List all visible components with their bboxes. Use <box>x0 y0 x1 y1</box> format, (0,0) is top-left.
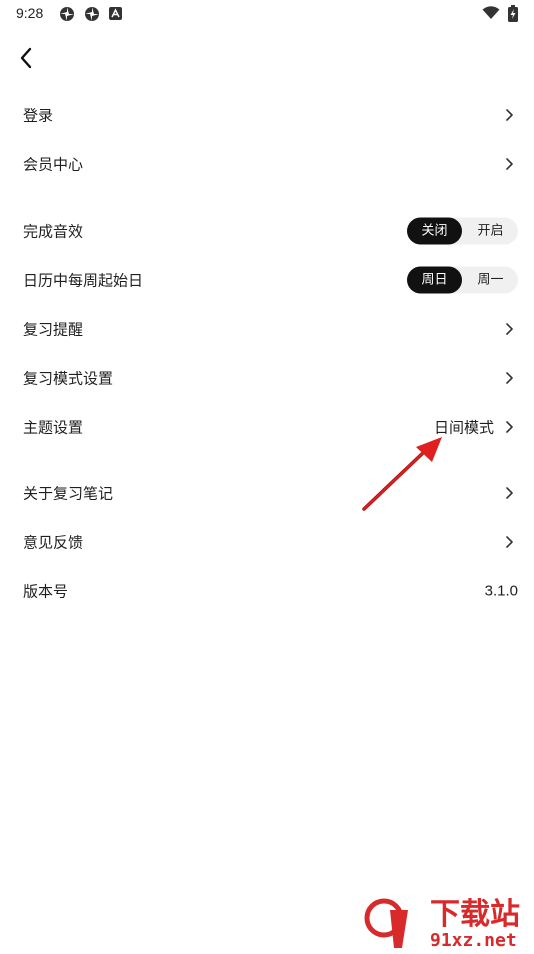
sound-on-option[interactable]: 开启 <box>463 217 518 244</box>
row-label: 意见反馈 <box>23 533 84 551</box>
row-label: 关于复习笔记 <box>23 484 114 502</box>
chevron-right-icon <box>506 420 513 433</box>
chevron-right-icon <box>506 108 513 121</box>
row-label: 会员中心 <box>23 155 84 173</box>
sunday-option[interactable]: 周日 <box>407 266 462 293</box>
row-label: 复习提醒 <box>23 320 84 338</box>
chevron-right-icon <box>506 157 513 170</box>
watermark-brand: 下载站 <box>430 897 520 932</box>
settings-row-version: 版本号 3.1.0 <box>0 566 534 615</box>
watermark-logo-icon: 下载站 91xz.net <box>364 897 520 951</box>
row-label: 完成音效 <box>23 222 84 240</box>
chevron-right-icon <box>506 535 513 548</box>
chevron-right-icon <box>506 322 513 335</box>
row-label: 版本号 <box>23 582 69 600</box>
sound-toggle[interactable]: 关闭 开启 <box>407 217 518 244</box>
settings-row-login[interactable]: 登录 <box>0 90 534 139</box>
settings-row-member[interactable]: 会员中心 <box>0 139 534 188</box>
settings-row-week-start: 日历中每周起始日 周日 周一 <box>0 255 534 304</box>
settings-row-sound: 完成音效 关闭 开启 <box>0 206 534 255</box>
settings-row-theme[interactable]: 主题设置 日间模式 <box>0 402 534 451</box>
row-label: 日历中每周起始日 <box>23 271 144 289</box>
settings-row-review-mode[interactable]: 复习模式设置 <box>0 353 534 402</box>
back-button[interactable] <box>14 44 42 72</box>
settings-row-reminder[interactable]: 复习提醒 <box>0 304 534 353</box>
settings-row-about[interactable]: 关于复习笔记 <box>0 468 534 517</box>
status-time: 9:28 <box>16 5 44 21</box>
version-value: 3.1.0 <box>484 582 518 599</box>
wifi-icon <box>482 6 500 19</box>
notification-a-icon <box>109 7 122 20</box>
status-bar: 9:28 <box>0 0 534 28</box>
watermark-logo: 下载站 91xz.net <box>362 890 534 951</box>
week-start-toggle[interactable]: 周日 周一 <box>407 266 518 293</box>
row-label: 主题设置 <box>23 418 84 436</box>
chevron-right-icon <box>506 371 513 384</box>
chevron-left-icon <box>20 47 32 69</box>
battery-charging-icon <box>508 5 518 22</box>
watermark-domain: 91xz.net <box>430 930 517 950</box>
theme-value: 日间模式 <box>433 418 494 436</box>
row-label: 复习模式设置 <box>23 369 114 387</box>
row-label: 登录 <box>23 106 54 124</box>
chevron-right-icon <box>506 486 513 499</box>
monday-option[interactable]: 周一 <box>463 266 518 293</box>
aperture-icon <box>60 7 74 21</box>
settings-row-feedback[interactable]: 意见反馈 <box>0 517 534 566</box>
sound-off-option[interactable]: 关闭 <box>407 217 462 244</box>
aperture-icon <box>85 7 99 21</box>
